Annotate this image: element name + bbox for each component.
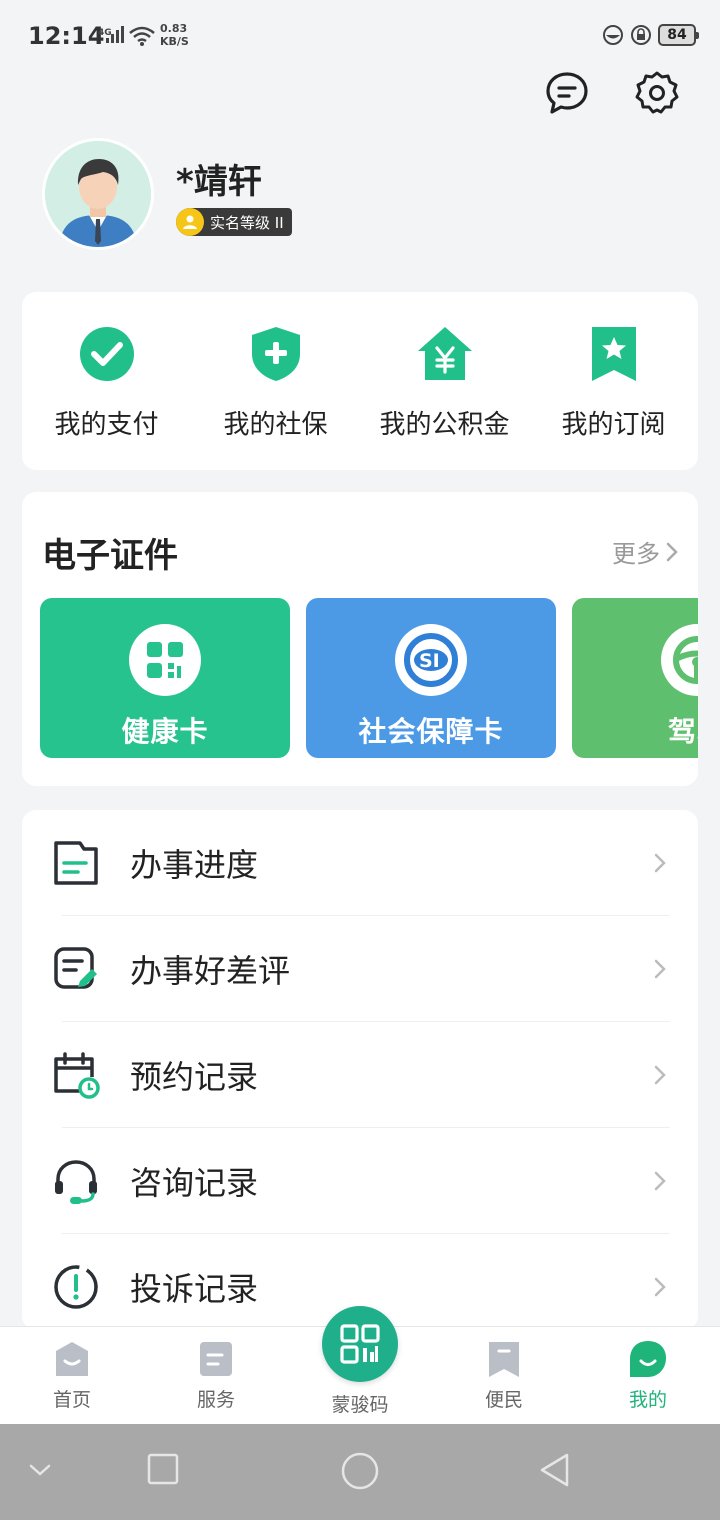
- recent-apps-icon[interactable]: [146, 1452, 180, 1486]
- status-right: 84: [602, 24, 699, 46]
- certificate-label: 驾驶: [667, 715, 698, 748]
- menu-item-label: 办事进度: [130, 846, 259, 884]
- network-speed: 0.83 KB/S: [160, 22, 189, 48]
- qr-code-icon: [129, 624, 201, 696]
- quick-action-label: 我的支付: [54, 410, 159, 440]
- tab-convenience[interactable]: 便民: [454, 1327, 554, 1425]
- certificate-carousel[interactable]: 健康卡 SI 社会保障卡 驾: [40, 598, 698, 758]
- quick-action-payment[interactable]: 我的支付: [22, 292, 191, 470]
- certificates-title: 电子证件: [42, 536, 178, 576]
- quick-action-label: 我的公积金: [379, 410, 510, 440]
- rotation-lock-icon: [631, 25, 651, 45]
- verified-user-icon: [176, 208, 204, 236]
- tab-label: 我的: [628, 1389, 667, 1411]
- shield-plus-icon: [251, 327, 300, 381]
- certificate-label: 健康卡: [121, 715, 209, 748]
- home-icon: [56, 1342, 88, 1376]
- tab-home[interactable]: 首页: [22, 1327, 122, 1425]
- settings-icon[interactable]: [634, 70, 680, 116]
- review-edit-icon: [54, 947, 97, 989]
- headset-icon: [55, 1160, 97, 1204]
- quick-action-social-security[interactable]: 我的社保: [191, 292, 360, 470]
- menu-item-label: 投诉记录: [130, 1270, 259, 1308]
- document-icon: [54, 841, 98, 885]
- bookmark-icon: [489, 1342, 519, 1377]
- chevron-right-icon: [666, 542, 678, 561]
- calendar-clock-icon: [54, 1052, 100, 1099]
- collapse-chevron-icon[interactable]: [28, 1462, 52, 1478]
- tab-label: 便民: [484, 1389, 523, 1411]
- certificates-card: 电子证件 更多 健康卡 SI 社会保障卡 驾: [22, 492, 698, 786]
- certificate-label: 社会保障卡: [358, 715, 504, 748]
- quick-actions-card: 我的支付 我的社保 我的公积金 我的订阅: [22, 292, 698, 470]
- certificates-more-link[interactable]: 更多: [612, 534, 678, 569]
- badge-label: 实名等级 II: [210, 213, 284, 232]
- social-security-logo-icon: SI: [395, 624, 467, 696]
- alert-circle-icon: [54, 1265, 98, 1309]
- quick-action-label: 我的社保: [223, 410, 328, 440]
- menu-item-review[interactable]: 办事好差评: [22, 916, 698, 1022]
- screen: 12:14 4G 0.83 KB/S 84 *靖轩 实名等级 II 我的支付 我…: [0, 0, 720, 1520]
- avatar[interactable]: [42, 138, 154, 250]
- health-card[interactable]: 健康卡: [40, 598, 290, 758]
- status-time: 12:14: [28, 22, 105, 50]
- avatar-image: [45, 141, 151, 247]
- chevron-right-icon: [654, 1277, 666, 1297]
- svg-text:SI: SI: [419, 650, 440, 672]
- quick-action-subscription[interactable]: 我的订阅: [529, 292, 698, 470]
- wifi-icon: [129, 26, 155, 46]
- status-bar: 12:14 4G 0.83 KB/S 84: [0, 0, 720, 70]
- records-menu-card: 办事进度 办事好差评 预约记录 咨询记录 投诉记录: [22, 810, 698, 1330]
- tab-mine[interactable]: 我的: [598, 1327, 698, 1425]
- chevron-right-icon: [654, 1171, 666, 1191]
- service-icon: [200, 1342, 232, 1376]
- bookmark-star-icon: [591, 327, 636, 381]
- message-icon[interactable]: [544, 70, 590, 116]
- home-button-icon[interactable]: [340, 1451, 380, 1491]
- payment-check-icon: [79, 327, 134, 381]
- menu-item-label: 咨询记录: [130, 1164, 259, 1202]
- quick-action-housing-fund[interactable]: 我的公积金: [360, 292, 529, 470]
- tab-mengjun-code[interactable]: [322, 1306, 398, 1382]
- username: *靖轩: [176, 162, 262, 202]
- menu-item-appointments[interactable]: 预约记录: [22, 1022, 698, 1128]
- system-nav-bar: [0, 1424, 720, 1520]
- do-not-disturb-icon: [603, 25, 623, 45]
- tab-label: 服务: [196, 1389, 235, 1411]
- menu-item-label: 预约记录: [130, 1058, 259, 1096]
- verification-badge[interactable]: 实名等级 II: [176, 208, 292, 236]
- social-security-card[interactable]: SI 社会保障卡: [306, 598, 556, 758]
- driver-license-card[interactable]: 驾驶: [572, 598, 698, 758]
- tab-services[interactable]: 服务: [166, 1327, 266, 1425]
- chevron-right-icon: [654, 853, 666, 873]
- signal-icon: 4G: [98, 26, 124, 43]
- menu-item-label: 办事好差评: [130, 952, 291, 990]
- menu-item-consultations[interactable]: 咨询记录: [22, 1128, 698, 1234]
- quick-action-label: 我的订阅: [561, 410, 666, 440]
- back-icon[interactable]: [538, 1452, 572, 1488]
- profile-smile-icon: [630, 1341, 666, 1377]
- house-yen-icon: [417, 327, 472, 380]
- tab-label: 蒙骏码: [331, 1394, 389, 1416]
- tab-label: 首页: [52, 1389, 91, 1411]
- chevron-right-icon: [654, 1065, 666, 1085]
- qr-code-icon: [340, 1324, 380, 1364]
- more-label: 更多: [612, 540, 660, 568]
- battery-indicator: 84: [658, 24, 699, 46]
- svg-text:4G: 4G: [98, 28, 112, 38]
- menu-item-progress[interactable]: 办事进度: [22, 810, 698, 916]
- chevron-right-icon: [654, 959, 666, 979]
- steering-wheel-icon: [661, 624, 698, 696]
